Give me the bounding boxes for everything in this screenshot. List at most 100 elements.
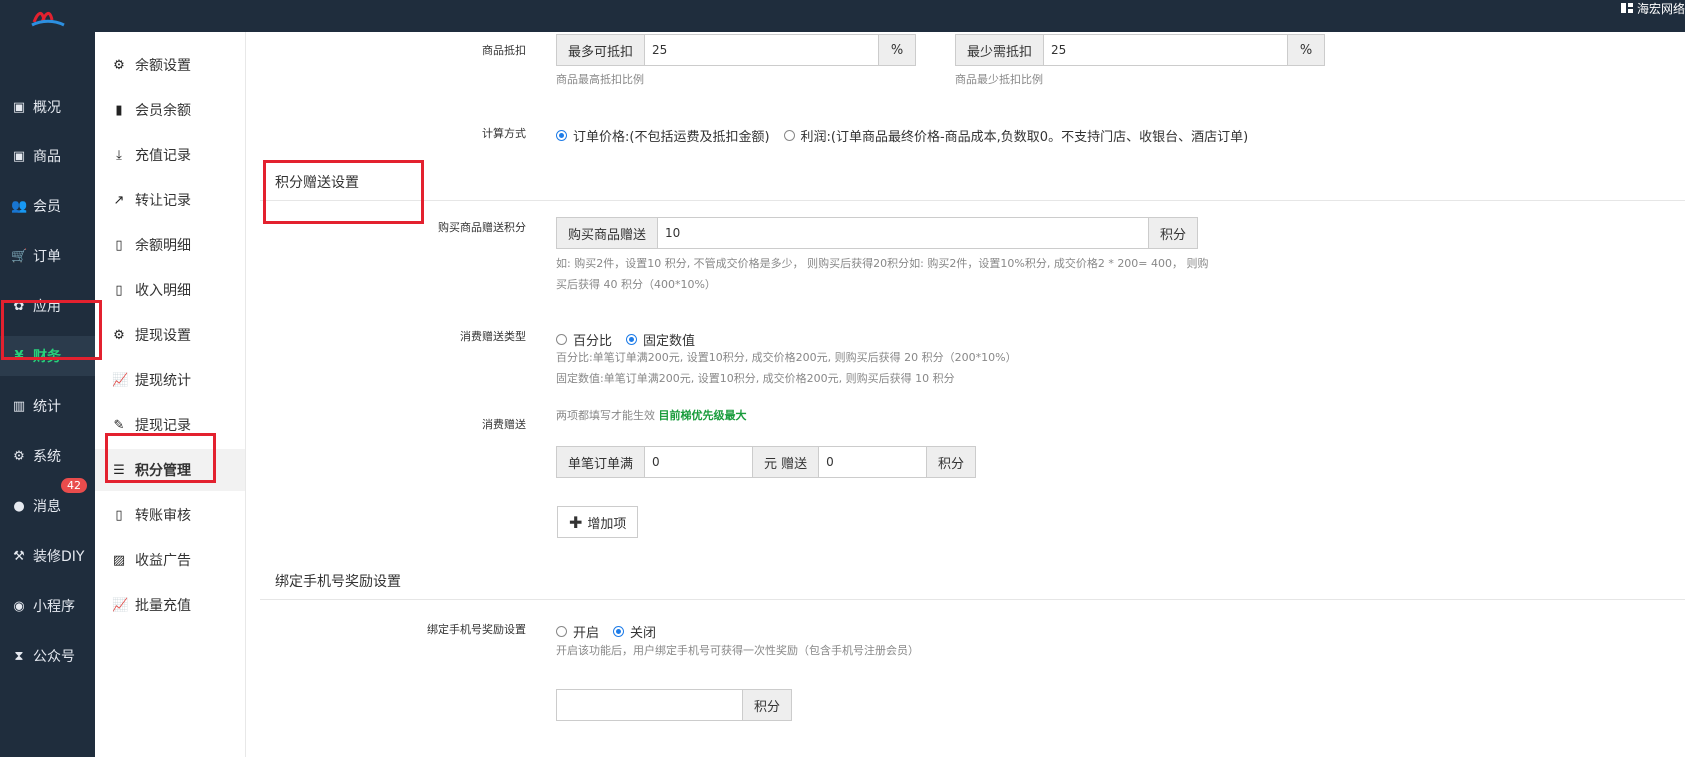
submenu-item[interactable]: 📈 批量充值 (95, 584, 245, 626)
comment-icon: ● (13, 498, 25, 514)
submenu-item[interactable]: 📈 提现统计 (95, 359, 245, 401)
gears-icon: ⚙ (13, 448, 25, 464)
file-icon: ▯ (115, 282, 123, 298)
nav-item-label: 概况 (33, 100, 61, 116)
nav-item-overview[interactable]: ▣ 概况 (0, 87, 95, 127)
submenu-item[interactable]: ↗ 转让记录 (95, 179, 245, 221)
nav-item-label: 小程序 (33, 599, 75, 615)
yen-icon: ¥ (14, 348, 24, 364)
consume-gift-hint: 两项都填写才能生效 目前梯优先级最大 (556, 409, 747, 422)
buy-gift-input[interactable]: 10 (658, 218, 1148, 248)
line-chart-icon: 📈 (112, 597, 129, 613)
submenu-item-label: 充值记录 (135, 148, 191, 164)
nav-item-hourglass[interactable]: ⧗ 公众号 (0, 636, 95, 676)
nav-item-apps[interactable]: ✿ 应用 (0, 286, 95, 326)
nav-item-comment[interactable]: ● 消息 42 (0, 478, 95, 526)
bind-hint: 开启该功能后，用户绑定手机号可获得一次性奖励（包含手机号注册会员） (556, 644, 919, 657)
nav-item-gears[interactable]: ⚙ 系统 (0, 436, 95, 476)
account-menu[interactable]: 海宏网络 (1614, 0, 1685, 16)
bind-option-off[interactable]: 关闭 (613, 622, 656, 641)
nav-item-users[interactable]: 👥 会员 (0, 186, 95, 226)
gear-icon: ⚙ (113, 327, 125, 343)
overview-icon: ▣ (12, 99, 26, 115)
submenu-item[interactable]: ⚙ 提现设置 (95, 314, 245, 356)
cart-icon: 🛒 (11, 248, 28, 264)
file-icon: ▯ (115, 507, 123, 523)
gift-addon: 元 赠送 (751, 447, 820, 477)
add-item-button[interactable]: ✚ 增加项 (557, 506, 639, 538)
nav-item-bar-chart[interactable]: ▥ 统计 (0, 386, 95, 426)
nav-item-goods[interactable]: ▣ 商品 (0, 136, 95, 176)
submenu-item-label: 收入明细 (135, 283, 191, 299)
max-deduct-unit: % (878, 35, 915, 65)
nav-item-gavel[interactable]: ⚒ 装修DIY (0, 536, 95, 576)
submenu-item[interactable]: ▯ 余额明细 (95, 224, 245, 266)
bind-points-group: 积分 (556, 689, 792, 721)
radio-checked-icon (626, 334, 638, 345)
min-deduct-input[interactable]: 25 (1044, 35, 1287, 65)
submenu-item[interactable]: ✎ 提现记录 (95, 404, 245, 446)
line-chart-icon: 📈 (112, 372, 129, 388)
nav-item-cart[interactable]: 🛒 订单 (0, 236, 95, 276)
buy-gift-hint-1: 如: 购买2件，设置10 积分, 不管成交价格是多少， 则购买后获得20积分如:… (556, 257, 1209, 270)
submenu-item[interactable]: ▯ 收入明细 (95, 269, 245, 311)
calc-option-profit[interactable]: 利润:(订单商品最终价格-商品成本,负数取0。不支持门店、收银台、酒店订单) (783, 126, 1248, 145)
message-count-badge: 42 (61, 478, 87, 493)
submenu-item-label: 积分管理 (135, 463, 191, 479)
submenu-item-label: 余额设置 (135, 58, 191, 74)
nav-item-label: 会员 (33, 199, 61, 215)
consume-type-hint-2: 固定数值:单笔订单满200元, 设置10积分, 成交价格200元, 则购买后获得… (556, 372, 955, 385)
submenu-item[interactable]: ▯ 转账审核 (95, 494, 245, 536)
submenu-item-label: 批量充值 (135, 598, 191, 614)
submenu-item-label: 转账审核 (135, 508, 191, 524)
bind-options: 开启 关闭 (556, 622, 670, 641)
submenu-item[interactable]: ⚙ 余额设置 (95, 44, 245, 86)
order-full-addon: 单笔订单满 (557, 447, 646, 477)
buy-gift-group: 购买商品赠送 10 积分 (556, 217, 1198, 249)
main-content: 商品抵扣 最多可抵扣 25 % 商品最高抵扣比例 最少需抵扣 25 % 商品最少… (246, 32, 1685, 757)
bar-chart-icon: ▥ (12, 398, 26, 414)
gavel-icon: ⚒ (13, 548, 25, 564)
consume-type-hint-1: 百分比:单笔订单满200元, 设置10积分, 成交价格200元, 则购买后获得 … (556, 351, 1017, 364)
max-deduct-hint: 商品最高抵扣比例 (556, 73, 644, 86)
main-sidebar: ▣ 概况 ▣ 商品 👥 会员 🛒 订单 ✿ 应用 ¥ 财务 ▥ 统计 ⚙ 系统 ● 消息 42 ⚒ 装修DIY ◉ 小程序 ⧗… (0, 32, 95, 757)
finance-submenu: ⚙ 余额设置 ▮ 会员余额 ⤓ 充值记录 ↗ 转让记录 ▯ 余额明细 ▯ 收入明细 ⚙ 提现设置 📈 提现统计… (95, 32, 246, 757)
gift-points-input[interactable]: 0 (819, 447, 926, 477)
consume-type-label: 消费赠送类型 (460, 330, 526, 343)
consume-gift-label: 消费赠送 (482, 418, 526, 431)
min-deduct-addon: 最少需抵扣 (956, 35, 1045, 65)
submenu-item-label: 收益广告 (135, 553, 191, 569)
deduct-label: 商品抵扣 (482, 44, 526, 57)
consume-type-percent[interactable]: 百分比 (556, 330, 612, 349)
calc-options: 订单价格:(不包括运费及抵扣金额) 利润:(订单商品最终价格-商品成本,负数取0… (556, 126, 1262, 145)
nav-item-label: 商品 (33, 149, 61, 165)
account-name: 海宏网络 (1636, 1, 1685, 16)
max-deduct-input[interactable]: 25 (645, 35, 878, 65)
nav-item-wechat[interactable]: ◉ 小程序 (0, 586, 95, 626)
section-divider (260, 200, 1685, 201)
hourglass-icon: ⧗ (14, 648, 24, 664)
submenu-item-label: 转让记录 (135, 193, 191, 209)
min-deduct-hint: 商品最少抵扣比例 (955, 73, 1043, 86)
buy-gift-addon: 购买商品赠送 (557, 218, 659, 248)
min-deduct-unit: % (1287, 35, 1324, 65)
order-full-input[interactable]: 0 (645, 447, 752, 477)
bind-option-on[interactable]: 开启 (556, 622, 599, 641)
calc-option-order-price[interactable]: 订单价格:(不包括运费及抵扣金额) (556, 126, 770, 145)
gear-icon: ⚙ (113, 57, 125, 73)
goods-icon: ▣ (12, 148, 26, 164)
consume-type-fixed[interactable]: 固定数值 (626, 330, 695, 349)
database-icon: ☰ (113, 462, 125, 478)
submenu-item[interactable]: ⤓ 充值记录 (95, 134, 245, 176)
submenu-item[interactable]: ▨ 收益广告 (95, 539, 245, 581)
submenu-item[interactable]: ▮ 会员余额 (95, 89, 245, 131)
nav-item-yen[interactable]: ¥ 财务 (0, 336, 95, 376)
submenu-item-label: 会员余额 (135, 103, 191, 119)
submenu-item[interactable]: ☰ 积分管理 (95, 449, 245, 491)
bind-points-input[interactable] (557, 690, 742, 720)
wechat-icon: ◉ (13, 598, 25, 614)
gift-section-title: 积分赠送设置 (275, 175, 359, 191)
max-deduct-group: 最多可抵扣 25 % (556, 34, 916, 66)
apps-icon: ✿ (13, 298, 25, 314)
bind-label: 绑定手机号奖励设置 (427, 623, 526, 636)
